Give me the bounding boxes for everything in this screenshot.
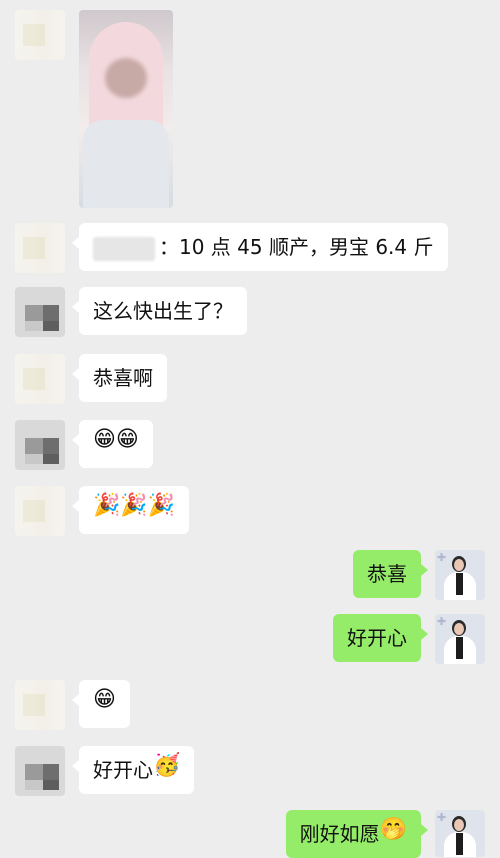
self-avatar[interactable]: ✚ — [435, 550, 485, 600]
message-text: 刚好如愿 — [299, 822, 380, 846]
message-text: 恭喜 — [367, 562, 407, 586]
self-avatar[interactable]: ✚ — [435, 614, 485, 664]
message-bubble[interactable]: 😁 — [72, 680, 130, 728]
message-bubble[interactable]: 🎉🎉🎉 — [71, 486, 190, 534]
message-bubble[interactable]: 这么快出生了？ — [72, 287, 247, 335]
redacted-name — [93, 236, 155, 261]
message-text: 好开心 — [347, 626, 407, 650]
message-bubble[interactable]: 😁😁 — [72, 420, 153, 468]
message-text: ：10 点 45 顺产，男宝 6.4 斤 — [159, 235, 434, 259]
plus-icon: ✚ — [437, 551, 447, 564]
message-bubble[interactable]: 刚好如愿🤭 — [285, 810, 429, 858]
message-bubble[interactable]: 好开心 — [333, 614, 428, 662]
message-bubble[interactable]: ：10 点 45 顺产，男宝 6.4 斤 — [72, 223, 448, 271]
contact-avatar[interactable] — [15, 746, 65, 796]
message-text: 恭喜啊 — [93, 366, 153, 390]
party-face-emoji-icon: 🥳 — [153, 753, 181, 778]
hand-over-mouth-emoji-icon: 🤭 — [379, 817, 407, 842]
baby-photo-image[interactable] — [79, 10, 173, 208]
contact-avatar[interactable] — [15, 420, 65, 470]
party-popper-icon: 🎉🎉🎉 — [93, 493, 176, 518]
self-avatar[interactable]: ✚ — [435, 810, 485, 857]
grin-emoji-icon: 😁 — [93, 687, 116, 712]
contact-avatar[interactable] — [15, 680, 65, 730]
message-text: 这么快出生了？ — [93, 299, 233, 323]
plus-icon: ✚ — [437, 811, 447, 824]
contact-avatar[interactable] — [15, 10, 65, 60]
message-bubble[interactable]: 恭喜啊 — [72, 354, 167, 402]
contact-avatar[interactable] — [15, 486, 65, 536]
grin-emoji-icon: 😁😁 — [93, 427, 139, 452]
plus-icon: ✚ — [437, 615, 447, 628]
message-bubble[interactable]: 好开心🥳 — [71, 746, 195, 794]
message-bubble[interactable]: 恭喜 — [353, 550, 428, 598]
message-text: 好开心 — [93, 758, 153, 782]
contact-avatar[interactable] — [15, 287, 65, 337]
contact-avatar[interactable] — [15, 223, 65, 273]
contact-avatar[interactable] — [15, 354, 65, 404]
